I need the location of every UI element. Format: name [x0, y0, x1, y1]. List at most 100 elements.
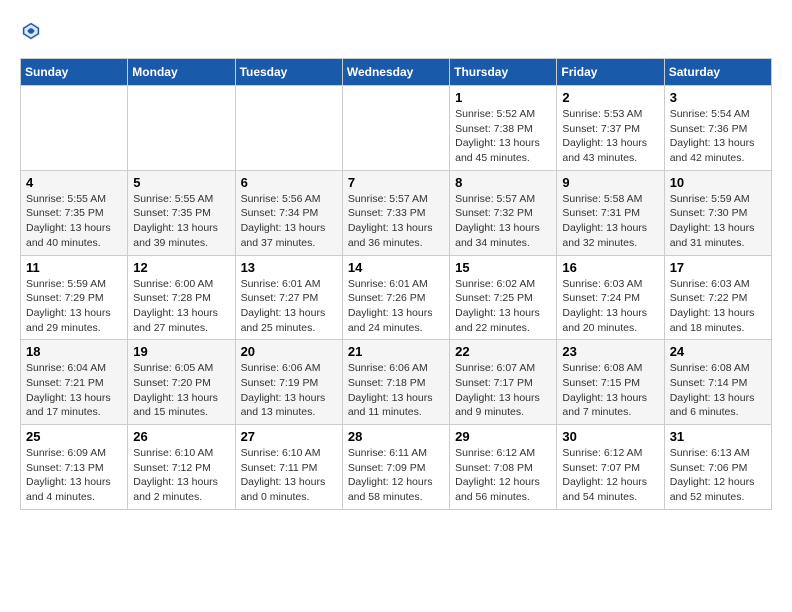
day-number: 30 [562, 429, 658, 444]
day-info: Sunrise: 6:09 AMSunset: 7:13 PMDaylight:… [26, 446, 122, 505]
day-number: 9 [562, 175, 658, 190]
day-info: Sunrise: 6:08 AMSunset: 7:15 PMDaylight:… [562, 361, 658, 420]
day-number: 6 [241, 175, 337, 190]
weekday-header-saturday: Saturday [664, 59, 771, 86]
weekday-header-monday: Monday [128, 59, 235, 86]
calendar-cell: 30 Sunrise: 6:12 AMSunset: 7:07 PMDayligh… [557, 425, 664, 510]
day-number: 7 [348, 175, 444, 190]
calendar-cell: 29 Sunrise: 6:12 AMSunset: 7:08 PMDayligh… [450, 425, 557, 510]
day-info: Sunrise: 5:52 AMSunset: 7:38 PMDaylight:… [455, 107, 551, 166]
calendar-cell: 4 Sunrise: 5:55 AMSunset: 7:35 PMDaylight… [21, 170, 128, 255]
calendar-cell: 16 Sunrise: 6:03 AMSunset: 7:24 PMDayligh… [557, 255, 664, 340]
calendar-cell: 27 Sunrise: 6:10 AMSunset: 7:11 PMDayligh… [235, 425, 342, 510]
day-number: 11 [26, 260, 122, 275]
day-info: Sunrise: 5:53 AMSunset: 7:37 PMDaylight:… [562, 107, 658, 166]
weekday-header-sunday: Sunday [21, 59, 128, 86]
weekday-header-wednesday: Wednesday [342, 59, 449, 86]
day-info: Sunrise: 6:10 AMSunset: 7:11 PMDaylight:… [241, 446, 337, 505]
calendar-cell: 7 Sunrise: 5:57 AMSunset: 7:33 PMDaylight… [342, 170, 449, 255]
calendar-week-row: 18 Sunrise: 6:04 AMSunset: 7:21 PMDayligh… [21, 340, 772, 425]
calendar-cell [235, 86, 342, 171]
day-info: Sunrise: 6:05 AMSunset: 7:20 PMDaylight:… [133, 361, 229, 420]
day-info: Sunrise: 5:58 AMSunset: 7:31 PMDaylight:… [562, 192, 658, 251]
day-info: Sunrise: 5:57 AMSunset: 7:32 PMDaylight:… [455, 192, 551, 251]
calendar-week-row: 25 Sunrise: 6:09 AMSunset: 7:13 PMDayligh… [21, 425, 772, 510]
calendar-cell: 8 Sunrise: 5:57 AMSunset: 7:32 PMDaylight… [450, 170, 557, 255]
calendar-week-row: 11 Sunrise: 5:59 AMSunset: 7:29 PMDayligh… [21, 255, 772, 340]
day-info: Sunrise: 6:00 AMSunset: 7:28 PMDaylight:… [133, 277, 229, 336]
calendar-cell: 2 Sunrise: 5:53 AMSunset: 7:37 PMDaylight… [557, 86, 664, 171]
day-number: 25 [26, 429, 122, 444]
calendar-cell: 20 Sunrise: 6:06 AMSunset: 7:19 PMDayligh… [235, 340, 342, 425]
day-number: 5 [133, 175, 229, 190]
day-info: Sunrise: 5:55 AMSunset: 7:35 PMDaylight:… [133, 192, 229, 251]
day-number: 20 [241, 344, 337, 359]
day-number: 29 [455, 429, 551, 444]
day-info: Sunrise: 5:54 AMSunset: 7:36 PMDaylight:… [670, 107, 766, 166]
calendar-week-row: 1 Sunrise: 5:52 AMSunset: 7:38 PMDaylight… [21, 86, 772, 171]
weekday-header-thursday: Thursday [450, 59, 557, 86]
calendar-cell: 31 Sunrise: 6:13 AMSunset: 7:06 PMDayligh… [664, 425, 771, 510]
day-info: Sunrise: 5:56 AMSunset: 7:34 PMDaylight:… [241, 192, 337, 251]
calendar-cell: 12 Sunrise: 6:00 AMSunset: 7:28 PMDayligh… [128, 255, 235, 340]
day-info: Sunrise: 6:12 AMSunset: 7:08 PMDaylight:… [455, 446, 551, 505]
day-number: 8 [455, 175, 551, 190]
day-number: 23 [562, 344, 658, 359]
day-info: Sunrise: 6:04 AMSunset: 7:21 PMDaylight:… [26, 361, 122, 420]
day-number: 22 [455, 344, 551, 359]
day-number: 10 [670, 175, 766, 190]
calendar-cell: 19 Sunrise: 6:05 AMSunset: 7:20 PMDayligh… [128, 340, 235, 425]
calendar-cell: 11 Sunrise: 5:59 AMSunset: 7:29 PMDayligh… [21, 255, 128, 340]
day-info: Sunrise: 5:57 AMSunset: 7:33 PMDaylight:… [348, 192, 444, 251]
day-info: Sunrise: 6:06 AMSunset: 7:19 PMDaylight:… [241, 361, 337, 420]
day-number: 24 [670, 344, 766, 359]
day-number: 21 [348, 344, 444, 359]
calendar-cell: 1 Sunrise: 5:52 AMSunset: 7:38 PMDaylight… [450, 86, 557, 171]
day-number: 28 [348, 429, 444, 444]
calendar-cell [342, 86, 449, 171]
calendar-cell: 24 Sunrise: 6:08 AMSunset: 7:14 PMDayligh… [664, 340, 771, 425]
day-info: Sunrise: 6:07 AMSunset: 7:17 PMDaylight:… [455, 361, 551, 420]
calendar-cell [128, 86, 235, 171]
day-info: Sunrise: 6:11 AMSunset: 7:09 PMDaylight:… [348, 446, 444, 505]
day-info: Sunrise: 6:08 AMSunset: 7:14 PMDaylight:… [670, 361, 766, 420]
weekday-header-tuesday: Tuesday [235, 59, 342, 86]
day-info: Sunrise: 6:03 AMSunset: 7:24 PMDaylight:… [562, 277, 658, 336]
day-info: Sunrise: 5:59 AMSunset: 7:29 PMDaylight:… [26, 277, 122, 336]
day-number: 27 [241, 429, 337, 444]
calendar-cell: 26Sunrise: 6:10 AMSunset: 7:12 PMDayligh… [128, 425, 235, 510]
day-info: Sunrise: 6:06 AMSunset: 7:18 PMDaylight:… [348, 361, 444, 420]
calendar-cell: 6 Sunrise: 5:56 AMSunset: 7:34 PMDaylight… [235, 170, 342, 255]
day-number: 19 [133, 344, 229, 359]
calendar-cell: 5 Sunrise: 5:55 AMSunset: 7:35 PMDaylight… [128, 170, 235, 255]
calendar-cell: 22 Sunrise: 6:07 AMSunset: 7:17 PMDayligh… [450, 340, 557, 425]
day-info: Sunrise: 6:01 AMSunset: 7:26 PMDaylight:… [348, 277, 444, 336]
day-number: 15 [455, 260, 551, 275]
logo-icon [20, 20, 42, 42]
day-info: Sunrise: 5:55 AMSunset: 7:35 PMDaylight:… [26, 192, 122, 251]
day-info: Sunrise: 5:59 AMSunset: 7:30 PMDaylight:… [670, 192, 766, 251]
day-number: 12 [133, 260, 229, 275]
day-number: 14 [348, 260, 444, 275]
day-number: 31 [670, 429, 766, 444]
calendar-cell: 9 Sunrise: 5:58 AMSunset: 7:31 PMDaylight… [557, 170, 664, 255]
day-number: 16 [562, 260, 658, 275]
calendar-cell: 3 Sunrise: 5:54 AMSunset: 7:36 PMDaylight… [664, 86, 771, 171]
day-info: Sunrise: 6:01 AMSunset: 7:27 PMDaylight:… [241, 277, 337, 336]
calendar-cell: 23 Sunrise: 6:08 AMSunset: 7:15 PMDayligh… [557, 340, 664, 425]
day-number: 1 [455, 90, 551, 105]
day-number: 3 [670, 90, 766, 105]
calendar-cell: 13Sunrise: 6:01 AMSunset: 7:27 PMDayligh… [235, 255, 342, 340]
day-number: 26 [133, 429, 229, 444]
calendar-cell: 28 Sunrise: 6:11 AMSunset: 7:09 PMDayligh… [342, 425, 449, 510]
day-number: 2 [562, 90, 658, 105]
weekday-header-friday: Friday [557, 59, 664, 86]
day-info: Sunrise: 6:12 AMSunset: 7:07 PMDaylight:… [562, 446, 658, 505]
calendar-cell: 25 Sunrise: 6:09 AMSunset: 7:13 PMDayligh… [21, 425, 128, 510]
calendar-cell [21, 86, 128, 171]
day-number: 18 [26, 344, 122, 359]
day-info: Sunrise: 6:13 AMSunset: 7:06 PMDaylight:… [670, 446, 766, 505]
calendar-week-row: 4 Sunrise: 5:55 AMSunset: 7:35 PMDaylight… [21, 170, 772, 255]
day-number: 4 [26, 175, 122, 190]
calendar-cell: 18 Sunrise: 6:04 AMSunset: 7:21 PMDayligh… [21, 340, 128, 425]
